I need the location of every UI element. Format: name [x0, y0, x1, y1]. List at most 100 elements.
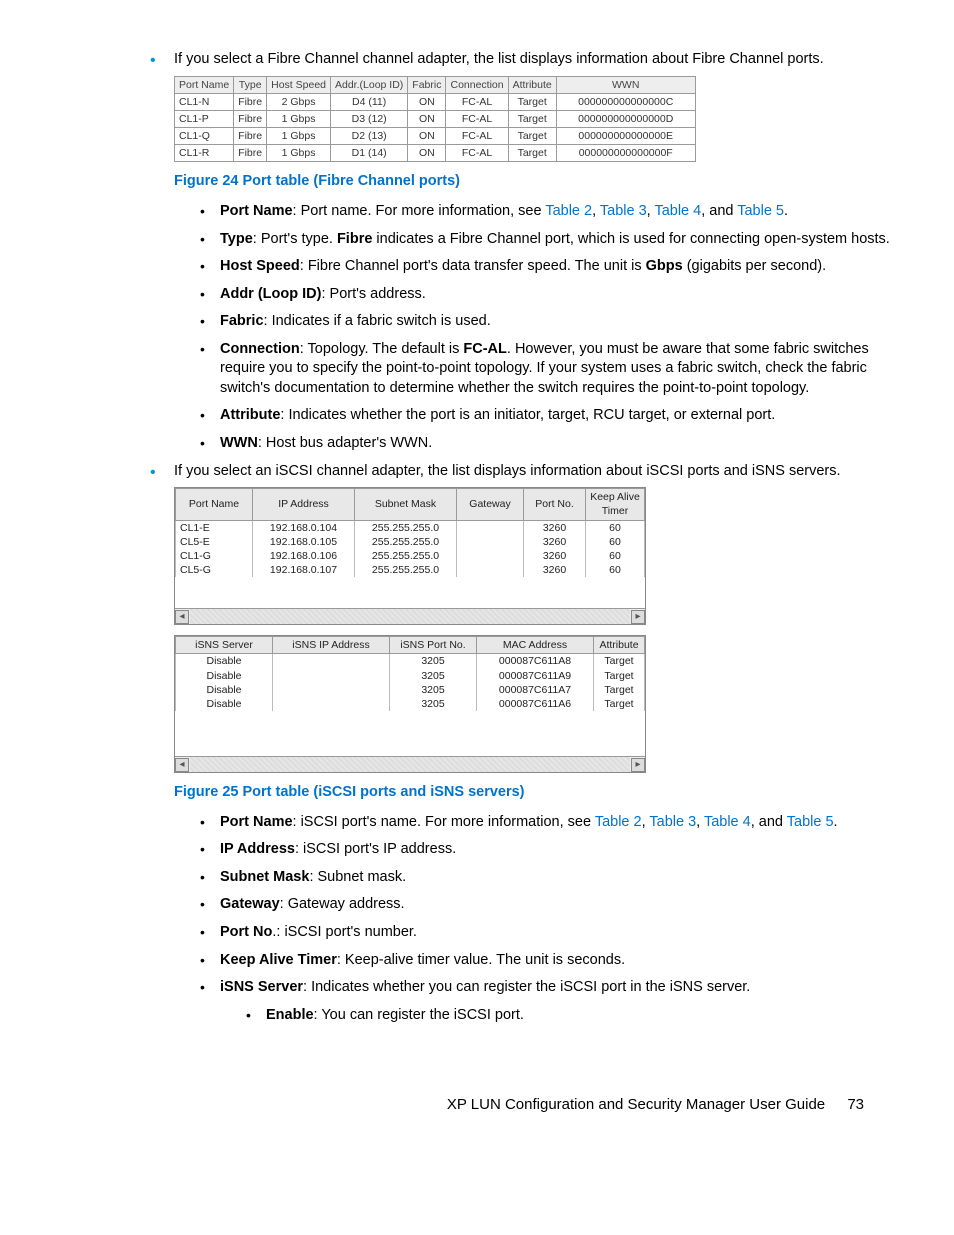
link-table-3[interactable]: Table 3 [649, 814, 696, 830]
text: : Host bus adapter's WWN. [258, 435, 432, 451]
link-table-4[interactable]: Table 4 [704, 814, 751, 830]
text: : Indicates whether the port is an initi… [280, 407, 775, 423]
table-cell: 255.255.255.0 [355, 535, 457, 549]
link-table-4[interactable]: Table 4 [654, 203, 701, 219]
def-ip: IP Address: iSCSI port's IP address. [200, 840, 894, 860]
table-cell: 3205 [390, 669, 477, 683]
table-cell: 192.168.0.105 [253, 535, 355, 549]
table-cell: 3260 [524, 520, 586, 535]
figure-24-caption: Figure 24 Port table (Fibre Channel port… [174, 172, 894, 192]
table-cell: 255.255.255.0 [355, 563, 457, 577]
table-cell: 1 Gbps [267, 145, 331, 162]
table-cell: ON [408, 93, 446, 110]
table-cell: 000000000000000C [556, 93, 695, 110]
scrollbar[interactable]: ◂ ▸ [175, 756, 645, 772]
def-enable: Enable: You can register the iSCSI port. [246, 1006, 894, 1026]
table-cell: Disable [176, 683, 273, 697]
text: , [592, 203, 600, 219]
term: Attribute [220, 407, 280, 423]
text: . [834, 814, 838, 830]
page-number: 73 [847, 1096, 864, 1113]
term: Addr (Loop ID) [220, 286, 321, 302]
table-cell: 3205 [390, 654, 477, 669]
th: Port No. [524, 489, 586, 520]
table-cell: 000000000000000D [556, 110, 695, 127]
table-cell [273, 683, 390, 697]
table-cell: CL5-G [176, 563, 253, 577]
iscsi-port-table: Port Name IP Address Subnet Mask Gateway… [175, 488, 645, 577]
fc-th: Host Speed [267, 76, 331, 93]
fc-intro-text: If you select a Fibre Channel channel ad… [174, 51, 824, 67]
table-cell: D4 (11) [331, 93, 408, 110]
link-table-2[interactable]: Table 2 [545, 203, 592, 219]
text: : iSCSI port's name. For more informatio… [293, 814, 595, 830]
table-cell: 000000000000000E [556, 128, 695, 145]
text: : Gateway address. [280, 896, 405, 912]
link-table-3[interactable]: Table 3 [600, 203, 647, 219]
th: Gateway [457, 489, 524, 520]
fc-th: Attribute [508, 76, 556, 93]
table-cell: FC-AL [446, 110, 508, 127]
table-cell: CL1-Q [175, 128, 234, 145]
def-fabric: Fabric: Indicates if a fabric switch is … [200, 312, 894, 332]
fc-th: Type [234, 76, 267, 93]
scroll-left-icon[interactable]: ◂ [175, 758, 189, 772]
table-cell: 60 [586, 535, 645, 549]
table-cell [457, 549, 524, 563]
text: : Indicates if a fabric switch is used. [264, 313, 491, 329]
table-cell: FC-AL [446, 93, 508, 110]
fc-th: Connection [446, 76, 508, 93]
text: : Subnet mask. [309, 869, 406, 885]
table-cell: Disable [176, 669, 273, 683]
table-cell: 192.168.0.104 [253, 520, 355, 535]
def-gateway: Gateway: Gateway address. [200, 895, 894, 915]
table-cell: Target [594, 669, 645, 683]
th: Subnet Mask [355, 489, 457, 520]
text: , and [751, 814, 787, 830]
table-cell: CL5-E [176, 535, 253, 549]
table-cell: Target [508, 110, 556, 127]
table-cell: 3205 [390, 697, 477, 711]
table-cell [273, 697, 390, 711]
scrollbar[interactable]: ◂ ▸ [175, 608, 645, 624]
term: iSNS Server [220, 979, 303, 995]
isns-table: iSNS Server iSNS IP Address iSNS Port No… [175, 636, 645, 711]
table-cell: 255.255.255.0 [355, 520, 457, 535]
scroll-right-icon[interactable]: ▸ [631, 758, 645, 772]
isns-box: iSNS Server iSNS IP Address iSNS Port No… [174, 635, 646, 773]
fc-table-wrap: Port Name Type Host Speed Addr.(Loop ID)… [174, 76, 894, 163]
term: IP Address [220, 841, 295, 857]
def-subnet: Subnet Mask: Subnet mask. [200, 868, 894, 888]
table-cell: ON [408, 128, 446, 145]
text: : Port's address. [321, 286, 425, 302]
th: Attribute [594, 637, 645, 654]
table-cell: CL1-P [175, 110, 234, 127]
table-cell: Disable [176, 697, 273, 711]
table-cell [273, 669, 390, 683]
table-cell: 2 Gbps [267, 93, 331, 110]
table-cell: Target [594, 683, 645, 697]
table-cell: 1 Gbps [267, 110, 331, 127]
scroll-left-icon[interactable]: ◂ [175, 610, 189, 624]
def-isns-server: iSNS Server: Indicates whether you can r… [200, 978, 894, 1025]
link-table-5[interactable]: Table 5 [737, 203, 784, 219]
term: WWN [220, 435, 258, 451]
term: Type [220, 231, 253, 247]
table-cell: 3205 [390, 683, 477, 697]
text: . [784, 203, 788, 219]
def-type: Type: Port's type. Fibre indicates a Fib… [200, 230, 894, 250]
footer-title: XP LUN Configuration and Security Manage… [447, 1096, 825, 1113]
link-table-2[interactable]: Table 2 [595, 814, 642, 830]
table-cell: 60 [586, 520, 645, 535]
th: IP Address [253, 489, 355, 520]
term: Fibre [337, 231, 372, 247]
def-iscsi-port-name: Port Name: iSCSI port's name. For more i… [200, 813, 894, 833]
term: Enable [266, 1007, 314, 1023]
table-cell: Target [508, 145, 556, 162]
table-cell: Fibre [234, 128, 267, 145]
figure-25-caption: Figure 25 Port table (iSCSI ports and iS… [174, 783, 894, 803]
scroll-right-icon[interactable]: ▸ [631, 610, 645, 624]
table-cell: ON [408, 145, 446, 162]
table-cell [457, 535, 524, 549]
link-table-5[interactable]: Table 5 [787, 814, 834, 830]
